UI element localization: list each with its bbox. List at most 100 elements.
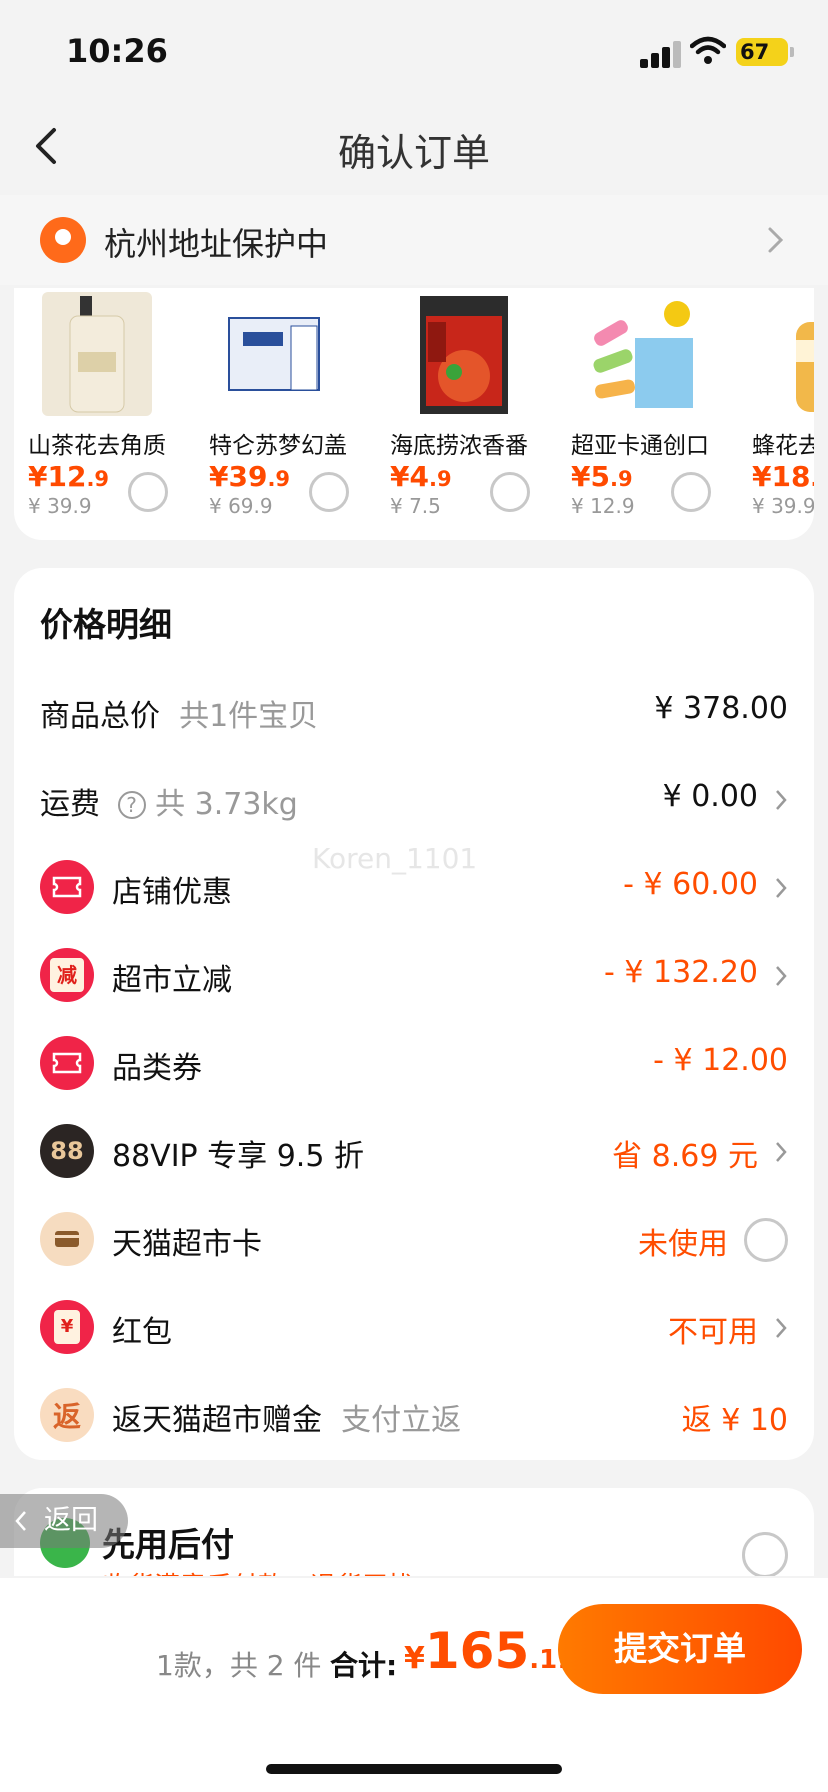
checkout-bar: 1款，共 2 件 合计: ¥165.11 提交订单 xyxy=(0,1578,828,1792)
product-price: ¥12.9 xyxy=(28,460,110,493)
market-card-row[interactable]: 天猫超市卡 未使用 xyxy=(14,1204,814,1274)
product-name: 山茶花去角质 xyxy=(28,433,166,459)
floating-back-button[interactable]: 返回 xyxy=(0,1494,128,1548)
ticket-icon xyxy=(40,860,94,914)
total-int: 165 xyxy=(424,1622,530,1680)
submit-order-button[interactable]: 提交订单 xyxy=(558,1604,802,1694)
shipping-weight: 共 3.73kg xyxy=(155,787,298,822)
price-detail-card: 价格明细 商品总价 共1件宝贝 ¥ 378.00 运费 ? 共 3.73kg ¥… xyxy=(14,568,814,1460)
product-image xyxy=(404,292,514,416)
market-cut-value: - ¥ 132.20 xyxy=(604,955,758,990)
chevron-left-icon xyxy=(15,1511,26,1531)
wifi-icon xyxy=(690,36,726,64)
product-card[interactable]: 山茶花去角质 ¥12.9 ¥ 39.9 xyxy=(14,288,194,540)
item-count: 1款，共 2 件 xyxy=(156,1649,322,1682)
goods-total-label: 商品总价 xyxy=(40,699,160,734)
product-price: ¥39.9 xyxy=(209,460,291,493)
shipping-label: 运费 xyxy=(40,787,100,822)
red-packet-label: 红包 xyxy=(112,1315,172,1350)
pay-later-card[interactable]: 先用后付 收货满意后付款，退货无忧 xyxy=(14,1488,814,1576)
card-icon xyxy=(40,1212,94,1266)
chevron-right-icon xyxy=(776,878,787,898)
vip-value: 省 8.69 元 xyxy=(612,1139,758,1174)
rebate-label: 返天猫超市赠金 xyxy=(112,1403,322,1438)
pay-later-radio[interactable] xyxy=(742,1532,788,1576)
floating-back-label: 返回 xyxy=(44,1505,98,1536)
vip-88-icon: 88 xyxy=(40,1124,94,1178)
rebate-value: 返 ¥ 10 xyxy=(681,1403,788,1438)
address-row[interactable]: 杭州地址保护中 xyxy=(0,195,828,285)
goods-count: 共1件宝贝 xyxy=(179,699,319,734)
category-coupon-row: 品类券 - ¥ 12.00 xyxy=(14,1028,814,1098)
battery-level: 67 xyxy=(740,40,770,64)
red-packet-row[interactable]: ¥ 红包 不可用 xyxy=(14,1292,814,1362)
watermark: Koren_1101 xyxy=(312,842,478,875)
category-coupon-value: - ¥ 12.00 xyxy=(653,1043,788,1078)
goods-total-row: 商品总价 共1件宝贝 ¥ 378.00 xyxy=(14,676,814,746)
product-select-radio[interactable] xyxy=(671,472,711,512)
nav-bar: 确认订单 xyxy=(0,100,828,192)
product-original-price: ¥ 39.9 xyxy=(28,494,92,518)
product-original-price: ¥ 12.9 xyxy=(571,494,635,518)
page-title: 确认订单 xyxy=(337,131,490,175)
price-detail-title: 价格明细 xyxy=(40,605,172,644)
reduce-icon: 减 xyxy=(40,948,94,1002)
total-label: 合计: xyxy=(330,1649,398,1682)
ticket-icon xyxy=(40,1036,94,1090)
category-coupon-label: 品类券 xyxy=(112,1051,202,1086)
red-packet-icon: ¥ xyxy=(40,1300,94,1354)
product-card[interactable]: 海底捞浓香番 ¥4.9 ¥ 7.5 xyxy=(376,288,556,540)
rebate-sub: 支付立返 xyxy=(341,1403,462,1438)
chevron-right-icon xyxy=(768,227,784,253)
product-image xyxy=(585,292,695,416)
product-image xyxy=(766,292,814,416)
product-card[interactable]: 特仑苏梦幻盖 ¥39.9 ¥ 69.9 xyxy=(195,288,375,540)
product-name: 海底捞浓香番 xyxy=(390,433,528,459)
currency-symbol: ¥ xyxy=(404,1641,425,1676)
vip-row[interactable]: 88 88VIP 专享 9.5 折 省 8.69 元 xyxy=(14,1116,814,1186)
location-pin-icon xyxy=(40,217,86,263)
vip-label: 88VIP 专享 9.5 折 xyxy=(112,1139,364,1174)
market-cut-row[interactable]: 减 超市立减 - ¥ 132.20 xyxy=(14,940,814,1010)
home-indicator xyxy=(266,1764,562,1774)
product-card[interactable]: 超亚卡通创口 ¥5.9 ¥ 12.9 xyxy=(557,288,737,540)
goods-total-value: ¥ 378.00 xyxy=(654,691,788,726)
chevron-right-icon xyxy=(776,966,787,986)
store-discount-label: 店铺优惠 xyxy=(112,875,232,910)
product-carousel[interactable]: 山茶花去角质 ¥12.9 ¥ 39.9 特仑苏梦幻盖 ¥39.9 ¥ 69.9 … xyxy=(14,288,814,540)
product-name: 特仑苏梦幻盖 xyxy=(209,433,347,459)
battery-icon: 67 xyxy=(736,38,794,66)
address-text: 杭州地址保护中 xyxy=(104,225,329,263)
pay-later-sub: 收货满意后付款，退货无忧 xyxy=(102,1566,414,1576)
chevron-right-icon xyxy=(776,1142,787,1162)
product-original-price: ¥ 39.9 xyxy=(752,494,814,518)
product-select-radio[interactable] xyxy=(128,472,168,512)
market-card-radio[interactable] xyxy=(744,1218,788,1262)
product-select-radio[interactable] xyxy=(490,472,530,512)
product-card[interactable]: 蜂花去 ¥18.9 ¥ 39.9 xyxy=(738,288,814,540)
signal-icon xyxy=(640,40,682,68)
red-packet-value: 不可用 xyxy=(668,1315,758,1350)
product-name: 蜂花去 xyxy=(752,433,814,459)
status-bar: 10:26 67 xyxy=(0,0,828,100)
product-original-price: ¥ 69.9 xyxy=(209,494,273,518)
product-image xyxy=(42,292,152,416)
rebate-row: 返 返天猫超市赠金 支付立返 返 ¥ 10 xyxy=(14,1380,814,1450)
shipping-value: ¥ 0.00 xyxy=(662,779,758,814)
market-card-label: 天猫超市卡 xyxy=(112,1227,262,1262)
chevron-right-icon xyxy=(776,1318,787,1338)
store-discount-value: - ¥ 60.00 xyxy=(623,867,758,902)
product-select-radio[interactable] xyxy=(309,472,349,512)
help-icon[interactable]: ? xyxy=(117,791,146,819)
shipping-row[interactable]: 运费 ? 共 3.73kg ¥ 0.00 xyxy=(14,764,814,834)
product-name: 超亚卡通创口 xyxy=(571,433,709,459)
total-amount: ¥165.11 xyxy=(404,1622,575,1680)
product-price: ¥18.9 xyxy=(752,460,814,493)
product-original-price: ¥ 7.5 xyxy=(390,494,441,518)
status-time: 10:26 xyxy=(66,32,168,70)
rebate-icon: 返 xyxy=(40,1388,94,1442)
market-cut-label: 超市立减 xyxy=(112,963,232,998)
market-card-value: 未使用 xyxy=(638,1227,728,1262)
product-price: ¥4.9 xyxy=(390,460,452,493)
chevron-right-icon xyxy=(776,790,787,810)
